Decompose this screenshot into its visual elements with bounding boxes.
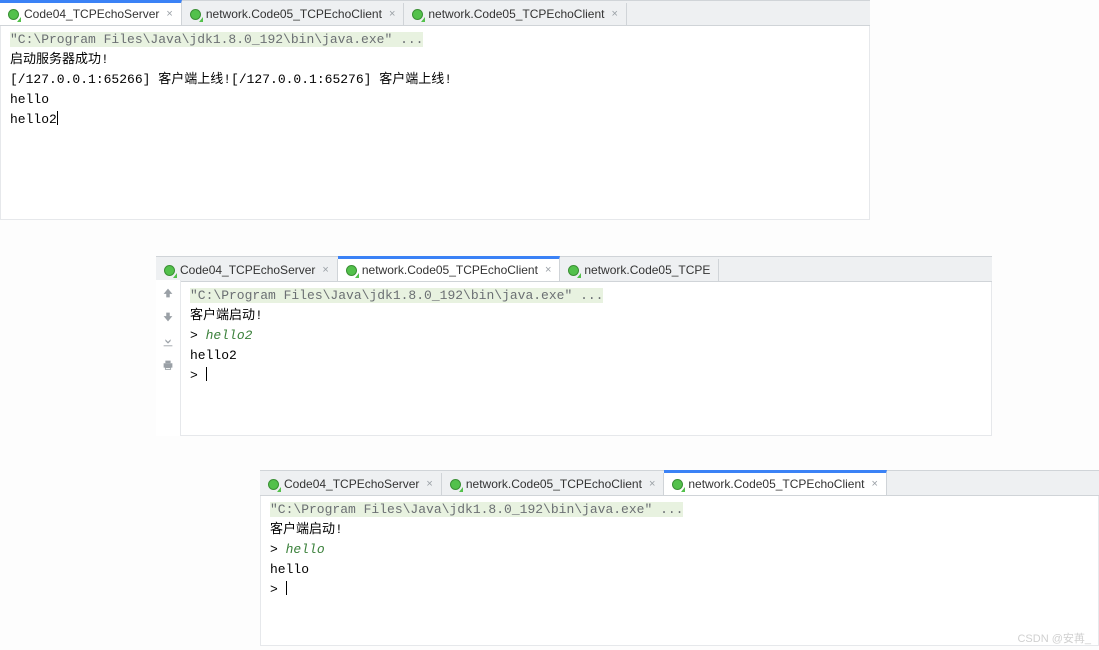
tab-label: network.Code05_TCPE: [584, 263, 710, 277]
tab-label: network.Code05_TCPEchoClient: [206, 7, 382, 21]
tab-label: Code04_TCPEchoServer: [284, 477, 419, 491]
tab-label: network.Code05_TCPEchoClient: [362, 263, 538, 277]
tab-server[interactable]: Code04_TCPEchoServer ×: [0, 0, 182, 25]
output-line: 启动服务器成功!: [10, 50, 860, 70]
tab-client-1[interactable]: network.Code05_TCPEchoClient ×: [182, 3, 405, 25]
tab-bar: Code04_TCPEchoServer × network.Code05_TC…: [260, 470, 1099, 496]
tab-server[interactable]: Code04_TCPEchoServer ×: [260, 473, 442, 495]
text-cursor: [57, 111, 58, 125]
console-output[interactable]: "C:\Program Files\Java\jdk1.8.0_192\bin\…: [0, 26, 870, 140]
tab-label: Code04_TCPEchoServer: [180, 263, 315, 277]
output-line: [/127.0.0.1:65266] 客户端上线![/127.0.0.1:652…: [10, 70, 860, 90]
command-line: "C:\Program Files\Java\jdk1.8.0_192\bin\…: [190, 288, 603, 303]
up-arrow-icon[interactable]: [161, 286, 175, 300]
console-output[interactable]: "C:\Program Files\Java\jdk1.8.0_192\bin\…: [260, 496, 1099, 610]
tab-label: network.Code05_TCPEchoClient: [466, 477, 642, 491]
close-icon[interactable]: ×: [166, 8, 172, 20]
output-line: hello: [10, 90, 860, 110]
close-icon[interactable]: ×: [426, 478, 432, 490]
tab-client-2[interactable]: network.Code05_TCPEchoClient ×: [664, 470, 887, 495]
run-icon: [190, 9, 201, 20]
output-line: 客户端启动!: [270, 520, 1089, 540]
tab-label: Code04_TCPEchoServer: [24, 7, 159, 21]
prompt: >: [270, 582, 286, 597]
run-icon: [8, 9, 19, 20]
user-input: hello2: [206, 328, 253, 343]
prompt: >: [190, 368, 206, 383]
close-icon[interactable]: ×: [322, 264, 328, 276]
tab-client-1[interactable]: network.Code05_TCPEchoClient ×: [338, 256, 561, 281]
run-icon: [164, 265, 175, 276]
close-icon[interactable]: ×: [545, 264, 551, 276]
tab-bar: Code04_TCPEchoServer × network.Code05_TC…: [0, 0, 870, 26]
run-icon: [450, 479, 461, 490]
run-icon: [568, 265, 579, 276]
print-icon[interactable]: [161, 358, 175, 372]
run-icon: [672, 479, 683, 490]
prompt: >: [190, 328, 206, 343]
output-line: hello2: [10, 112, 57, 127]
tab-client-1[interactable]: network.Code05_TCPEchoClient ×: [442, 473, 665, 495]
console-pane-client-2: Code04_TCPEchoServer × network.Code05_TC…: [260, 470, 1099, 646]
close-icon[interactable]: ×: [649, 478, 655, 490]
output-line: hello: [270, 560, 1089, 580]
tab-client-2[interactable]: network.Code05_TCPEchoClient ×: [404, 3, 627, 25]
output-line: 客户端启动!: [190, 306, 982, 326]
output-line: hello2: [190, 346, 982, 366]
text-cursor: [286, 581, 287, 595]
command-line: "C:\Program Files\Java\jdk1.8.0_192\bin\…: [10, 32, 423, 47]
close-icon[interactable]: ×: [871, 478, 877, 490]
download-icon[interactable]: [161, 334, 175, 348]
run-icon: [412, 9, 423, 20]
prompt: >: [270, 542, 286, 557]
tab-client-2[interactable]: network.Code05_TCPE: [560, 259, 719, 281]
run-icon: [268, 479, 279, 490]
tab-server[interactable]: Code04_TCPEchoServer ×: [156, 259, 338, 281]
text-cursor: [206, 367, 207, 381]
close-icon[interactable]: ×: [389, 8, 395, 20]
tab-label: network.Code05_TCPEchoClient: [688, 477, 864, 491]
gutter: [156, 280, 181, 436]
console-pane-server: Code04_TCPEchoServer × network.Code05_TC…: [0, 0, 870, 220]
close-icon[interactable]: ×: [611, 8, 617, 20]
console-output[interactable]: "C:\Program Files\Java\jdk1.8.0_192\bin\…: [180, 282, 992, 396]
user-input: hello: [286, 542, 325, 557]
console-pane-client-1: Code04_TCPEchoServer × network.Code05_TC…: [156, 256, 992, 436]
tab-label: network.Code05_TCPEchoClient: [428, 7, 604, 21]
tab-bar: Code04_TCPEchoServer × network.Code05_TC…: [156, 256, 992, 282]
run-icon: [346, 265, 357, 276]
command-line: "C:\Program Files\Java\jdk1.8.0_192\bin\…: [270, 502, 683, 517]
down-arrow-icon[interactable]: [161, 310, 175, 324]
watermark: CSDN @安苒_: [1017, 630, 1091, 646]
